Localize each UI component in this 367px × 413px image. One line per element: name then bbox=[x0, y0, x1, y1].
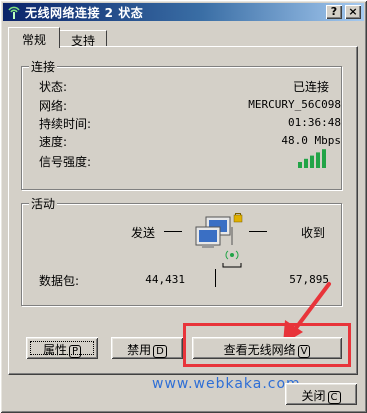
connection-legend: 连接 bbox=[29, 58, 58, 75]
properties-button-label: 属性 P bbox=[42, 343, 82, 358]
annotation-highlight-box bbox=[183, 323, 351, 367]
disable-button-label: 禁用 D bbox=[127, 343, 167, 358]
status-label: 状态: bbox=[39, 80, 68, 94]
sent-line bbox=[164, 231, 182, 232]
close-text: 关闭 bbox=[301, 389, 326, 403]
dialog-window: 无线网络连接 2 状态 ? × 常规 支持 连接 状态: 已连接 网络: MER… bbox=[0, 0, 367, 413]
signal-bars-svg bbox=[298, 149, 326, 168]
signal-strength-label: 信号强度: bbox=[39, 155, 92, 169]
title-bar[interactable]: 无线网络连接 2 状态 ? × bbox=[3, 3, 364, 21]
properties-text: 属性 bbox=[42, 343, 67, 357]
properties-accelerator: P bbox=[68, 345, 82, 358]
help-button[interactable]: ? bbox=[326, 5, 342, 19]
speed-value: 48.0 Mbps bbox=[281, 134, 341, 147]
help-icon: ? bbox=[330, 5, 338, 18]
network-value: MERCURY_56C098 bbox=[248, 98, 341, 111]
disable-accelerator: D bbox=[153, 345, 167, 358]
signal-bar bbox=[298, 162, 302, 168]
sent-label: 发送 bbox=[131, 226, 156, 240]
tab-panel-general: 连接 状态: 已连接 网络: MERCURY_56C098 持续时间: 01:3… bbox=[8, 46, 358, 375]
network-label: 网络: bbox=[39, 99, 68, 113]
tab-support[interactable]: 支持 bbox=[59, 30, 107, 48]
close-accelerator: C bbox=[327, 391, 341, 404]
wireless-network-icon bbox=[8, 6, 20, 19]
window-title: 无线网络连接 2 状态 bbox=[25, 6, 144, 20]
properties-button[interactable]: 属性 P bbox=[26, 337, 98, 359]
status-value: 已连接 bbox=[293, 80, 330, 94]
close-window-button[interactable]: × bbox=[345, 5, 361, 19]
network-activity-icon bbox=[195, 213, 243, 268]
tab-general[interactable]: 常规 bbox=[8, 27, 60, 48]
disable-text: 禁用 bbox=[127, 343, 152, 357]
duration-label: 持续时间: bbox=[39, 117, 92, 131]
signal-bar bbox=[304, 158, 308, 168]
close-button-label: 关闭 C bbox=[301, 389, 341, 404]
activity-legend: 活动 bbox=[29, 195, 58, 212]
duration-value: 01:36:48 bbox=[288, 116, 341, 129]
signal-bar bbox=[322, 149, 326, 168]
watermark-text: www.webkaka.com bbox=[152, 376, 301, 392]
close-button[interactable]: 关闭 C bbox=[285, 383, 357, 405]
signal-bar bbox=[316, 152, 320, 168]
close-icon: × bbox=[348, 5, 358, 18]
packets-label: 数据包: bbox=[39, 274, 80, 288]
activity-divider bbox=[215, 269, 216, 287]
disable-button[interactable]: 禁用 D bbox=[111, 337, 183, 359]
received-label: 收到 bbox=[301, 226, 326, 240]
packets-sent-value: 44,431 bbox=[145, 273, 185, 286]
speed-label: 速度: bbox=[39, 135, 68, 149]
tab-general-label: 常规 bbox=[21, 33, 46, 47]
signal-strength-icon bbox=[298, 148, 328, 168]
signal-bar bbox=[310, 155, 314, 168]
